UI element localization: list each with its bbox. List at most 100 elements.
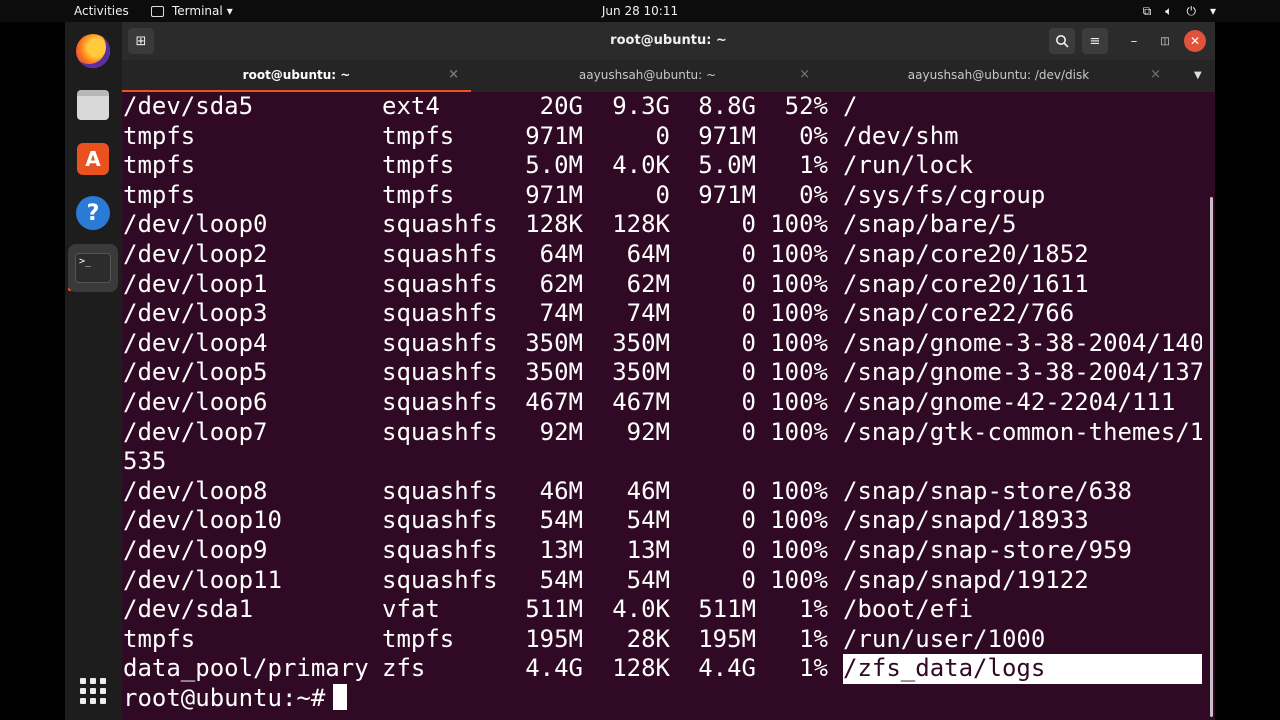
df-cell-used: 9.3G	[612, 92, 670, 120]
power-icon[interactable]: ⏻	[1186, 0, 1196, 22]
df-cell-type: tmpfs	[382, 151, 455, 180]
df-cell-filesystem: /dev/loop9	[123, 535, 268, 564]
df-cell-type: tmpfs	[382, 121, 455, 150]
tab-close-icon[interactable]: ×	[448, 60, 459, 90]
df-cell-type: zfs	[382, 654, 426, 683]
chevron-down-icon: ▾	[226, 4, 233, 18]
df-row: /dev/loop7 squashfs 92M 92M 0 100% /snap/gtk-c…	[122, 418, 1202, 448]
df-cell-used: 4.0K	[612, 151, 670, 180]
restore-icon: ◫	[1160, 35, 1170, 47]
df-cell-use-percent: 100%	[770, 358, 828, 387]
df-cell-size: 20G	[539, 92, 583, 120]
tab-overflow-button[interactable]: ▼	[1194, 60, 1202, 92]
volume-icon[interactable]: 🔈︎	[1165, 0, 1172, 22]
files-launcher[interactable]	[74, 86, 112, 124]
df-row: tmpfs tmpfs 971M 0 971M 0% /dev/shm	[122, 122, 1202, 152]
search-button[interactable]	[1049, 28, 1075, 54]
terminal-launcher[interactable]: >_	[68, 244, 118, 292]
df-cell-used: 54M	[626, 565, 670, 594]
df-cell-size: 467M	[525, 387, 583, 416]
system-tray[interactable]: ⧉ 🔈︎ ⏻ ▾	[1143, 0, 1216, 22]
df-row: /dev/loop11 squashfs 54M 54M 0 100% /snap/snap…	[122, 566, 1202, 596]
df-row: /dev/loop3 squashfs 74M 74M 0 100% /snap/core2…	[122, 299, 1202, 329]
text-cursor	[333, 683, 348, 710]
df-cell-used: 46M	[626, 476, 670, 505]
df-cell-filesystem: tmpfs	[123, 180, 196, 209]
df-cell-size: 971M	[525, 180, 583, 209]
df-cell-filesystem: /dev/sda1	[123, 595, 254, 624]
tab-aayushsah-dev-disk[interactable]: aayushsah@ubuntu: /dev/disk ×	[824, 60, 1173, 92]
scrollbar[interactable]	[1210, 197, 1213, 717]
df-cell-mount-point: /snap/snap-store/959	[843, 535, 1132, 564]
df-cell-avail: 0	[741, 565, 756, 594]
df-row: /dev/loop5 squashfs 350M 350M 0 100% /snap/gno…	[122, 358, 1202, 388]
tab-aayushsah-home[interactable]: aayushsah@ubuntu: ~ ×	[473, 60, 822, 92]
show-apps-button[interactable]	[74, 672, 112, 710]
tab-root-ubuntu[interactable]: root@ubuntu: ~ ×	[122, 60, 471, 92]
df-cell-avail: 0	[741, 210, 756, 239]
df-cell-use-percent: 1%	[799, 151, 828, 180]
df-cell-use-percent: 52%	[784, 92, 828, 120]
df-cell-type: squashfs	[382, 417, 498, 446]
df-cell-used: 92M	[626, 417, 670, 446]
df-cell-use-percent: 0%	[799, 180, 828, 209]
df-cell-filesystem: /dev/loop1	[123, 269, 268, 298]
df-cell-avail: 0	[741, 269, 756, 298]
title-bar[interactable]: ⊞ root@ubuntu: ~ ≡ – ◫ ✕	[122, 22, 1215, 60]
terminal-window: ⊞ root@ubuntu: ~ ≡ – ◫ ✕ root@ubuntu: ~ …	[122, 22, 1215, 720]
df-cell-avail: 511M	[698, 595, 756, 624]
dock: A ? >_	[65, 22, 122, 720]
df-cell-type: squashfs	[382, 387, 498, 416]
firefox-launcher[interactable]	[74, 32, 112, 70]
df-cell-avail: 0	[741, 358, 756, 387]
df-cell-avail: 0	[741, 299, 756, 328]
df-cell-size: 62M	[539, 269, 583, 298]
minimize-button[interactable]: –	[1121, 28, 1147, 54]
df-row: /dev/loop9 squashfs 13M 13M 0 100% /snap/snap-…	[122, 536, 1202, 566]
df-cell-used: 74M	[626, 299, 670, 328]
df-cell-use-percent: 100%	[770, 387, 828, 416]
software-icon: A	[77, 143, 109, 175]
software-launcher[interactable]: A	[74, 140, 112, 178]
close-window-button[interactable]: ✕	[1184, 30, 1206, 52]
df-cell-avail: 0	[741, 476, 756, 505]
activities-button[interactable]: Activities	[74, 0, 129, 22]
df-row: tmpfs tmpfs 195M 28K 195M 1% /run/user/1000	[122, 625, 1202, 655]
chevron-down-icon[interactable]: ▾	[1210, 0, 1216, 22]
prompt-line: root@ubuntu:~#	[122, 683, 1202, 714]
df-cell-type: squashfs	[382, 328, 498, 357]
new-tab-button[interactable]: ⊞	[128, 28, 154, 54]
help-launcher[interactable]: ?	[74, 194, 112, 232]
df-cell-used: 128K	[612, 210, 670, 239]
network-icon[interactable]: ⧉	[1143, 0, 1152, 22]
firefox-icon	[76, 34, 110, 68]
df-cell-size: 46M	[539, 476, 583, 505]
df-cell-type: squashfs	[382, 565, 498, 594]
df-cell-use-percent: 100%	[770, 476, 828, 505]
df-row: /dev/sda5 ext4 20G 9.3G 8.8G 52% /	[122, 92, 1202, 122]
df-cell-type: vfat	[382, 595, 440, 624]
df-row: /dev/loop8 squashfs 46M 46M 0 100% /snap/snap-…	[122, 477, 1202, 507]
df-cell-use-percent: 0%	[799, 121, 828, 150]
df-cell-mount-point: /snap/snapd/18933	[843, 506, 1089, 535]
df-cell-used: 28K	[626, 624, 670, 653]
maximize-button[interactable]: ◫	[1152, 28, 1178, 54]
df-cell-filesystem: /dev/sda5	[123, 92, 254, 120]
tab-close-icon[interactable]: ×	[1150, 60, 1161, 90]
minimize-icon: –	[1130, 33, 1138, 49]
df-cell-filesystem: /dev/loop5	[123, 358, 268, 387]
df-cell-use-percent: 100%	[770, 535, 828, 564]
app-menu[interactable]: Terminal ▾	[151, 0, 233, 22]
df-cell-use-percent: 1%	[799, 654, 828, 683]
df-cell-mount-point: /snap/gnome-3-38-2004/140	[843, 328, 1202, 357]
hamburger-menu-button[interactable]: ≡	[1082, 28, 1108, 54]
terminal-output[interactable]: /dev/sda5 ext4 20G 9.3G 8.8G 52% / tmpfs tmpfs 97…	[122, 92, 1202, 720]
tab-bar: root@ubuntu: ~ × aayushsah@ubuntu: ~ × a…	[122, 60, 1215, 92]
terminal-app-icon	[151, 5, 164, 17]
tab-close-icon[interactable]: ×	[799, 60, 810, 90]
close-icon: ✕	[1189, 34, 1201, 48]
df-cell-avail: 5.0M	[698, 151, 756, 180]
df-cell-type: squashfs	[382, 269, 498, 298]
df-cell-used: 467M	[612, 387, 670, 416]
df-cell-used: 13M	[626, 535, 670, 564]
